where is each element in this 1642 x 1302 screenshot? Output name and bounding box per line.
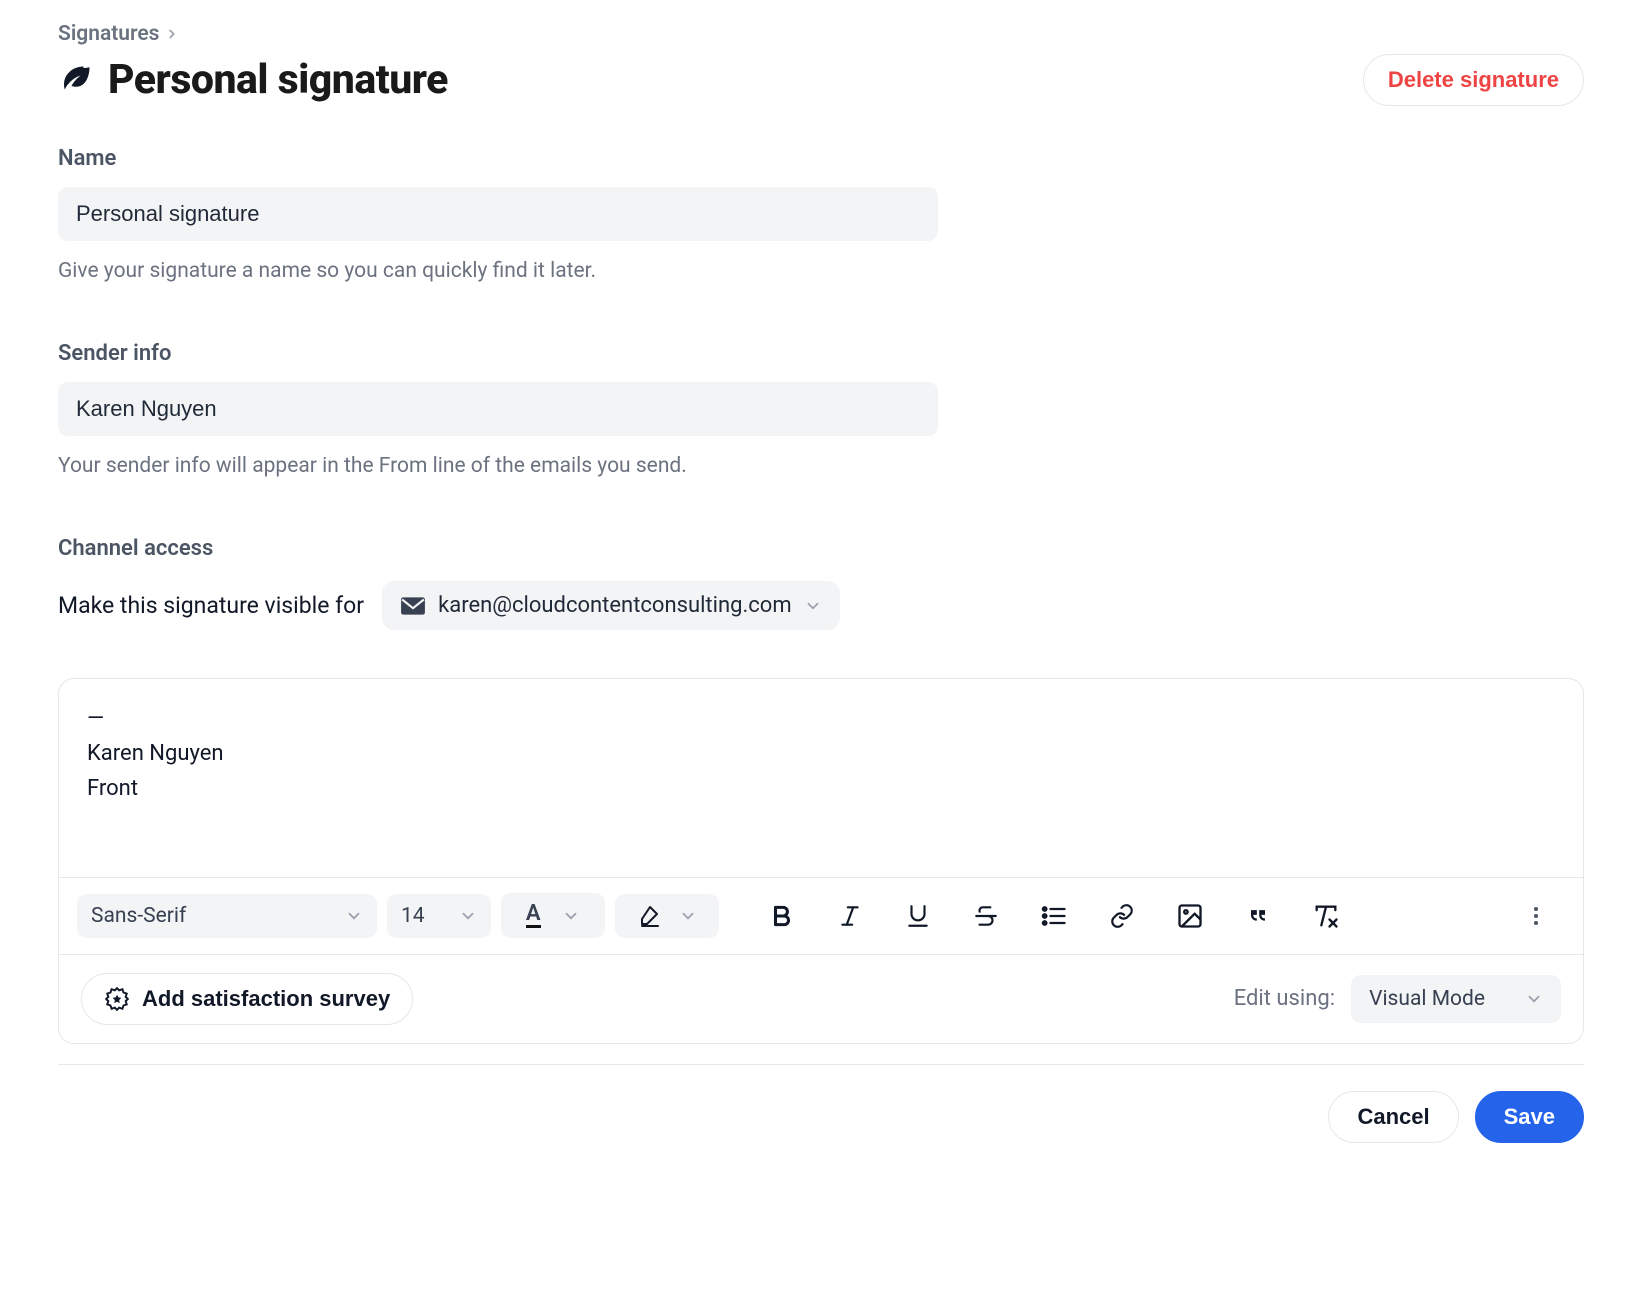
link-icon [1109, 903, 1135, 929]
underline-button[interactable] [889, 892, 947, 940]
text-color-icon: A [526, 903, 541, 928]
breadcrumb-parent[interactable]: Signatures [58, 22, 159, 46]
chevron-down-icon [1525, 990, 1543, 1008]
strikethrough-button[interactable] [957, 892, 1015, 940]
channel-prompt: Make this signature visible for [58, 592, 364, 619]
bullet-list-button[interactable] [1025, 892, 1083, 940]
font-size-value: 14 [401, 904, 425, 928]
page-title: Personal signature [108, 56, 448, 104]
add-satisfaction-survey-button[interactable]: Add satisfaction survey [81, 973, 413, 1025]
highlighter-icon [638, 904, 662, 928]
name-help-text: Give your signature a name so you can qu… [58, 259, 1584, 283]
chevron-down-icon [562, 907, 580, 925]
chevron-down-icon [804, 597, 822, 615]
image-icon [1176, 902, 1204, 930]
chevron-down-icon [345, 907, 363, 925]
link-button[interactable] [1093, 892, 1151, 940]
strikethrough-icon [973, 903, 999, 929]
italic-button[interactable] [821, 892, 879, 940]
list-icon [1040, 902, 1068, 930]
channel-selected-value: karen@cloudcontentconsulting.com [438, 593, 792, 618]
clear-formatting-button[interactable] [1297, 892, 1355, 940]
leaf-icon [58, 62, 94, 98]
blockquote-button[interactable] [1229, 892, 1287, 940]
breadcrumb: Signatures [58, 22, 1584, 46]
chevron-down-icon [459, 907, 477, 925]
badge-star-icon [104, 986, 130, 1012]
cancel-button[interactable]: Cancel [1328, 1091, 1458, 1143]
channel-access-label: Channel access [58, 536, 1584, 561]
edit-mode-label: Edit using: [1234, 986, 1335, 1011]
more-options-button[interactable] [1507, 892, 1565, 940]
kebab-icon [1524, 904, 1548, 928]
delete-signature-button[interactable]: Delete signature [1363, 54, 1584, 106]
editor-toolbar: Sans-Serif 14 A [59, 877, 1583, 954]
survey-button-label: Add satisfaction survey [142, 986, 390, 1012]
chevron-down-icon [679, 907, 697, 925]
envelope-icon [400, 596, 426, 616]
font-size-select[interactable]: 14 [387, 894, 491, 938]
text-color-select[interactable]: A [501, 893, 605, 938]
edit-mode-value: Visual Mode [1369, 987, 1485, 1011]
image-button[interactable] [1161, 892, 1219, 940]
editor-line: Front [87, 771, 1555, 806]
name-input[interactable] [58, 187, 938, 241]
chevron-right-icon [165, 27, 179, 41]
highlight-color-select[interactable] [615, 894, 719, 938]
font-family-value: Sans-Serif [91, 904, 186, 928]
edit-mode-select[interactable]: Visual Mode [1351, 975, 1561, 1023]
quote-icon [1244, 902, 1272, 930]
name-label: Name [58, 146, 1584, 171]
editor-content-area[interactable]: — Karen Nguyen Front [59, 679, 1583, 877]
underline-icon [905, 903, 931, 929]
channel-select[interactable]: karen@cloudcontentconsulting.com [382, 581, 840, 630]
signature-editor: — Karen Nguyen Front Sans-Serif 14 A [58, 678, 1584, 1044]
sender-info-label: Sender info [58, 341, 1584, 366]
divider [58, 1064, 1584, 1065]
editor-line: Karen Nguyen [87, 736, 1555, 771]
editor-line: — [87, 701, 1555, 736]
bold-button[interactable] [753, 892, 811, 940]
italic-icon [837, 903, 863, 929]
font-family-select[interactable]: Sans-Serif [77, 894, 377, 938]
clear-format-icon [1312, 902, 1340, 930]
sender-info-input[interactable] [58, 382, 938, 436]
bold-icon [769, 903, 795, 929]
save-button[interactable]: Save [1475, 1091, 1584, 1143]
sender-info-help-text: Your sender info will appear in the From… [58, 454, 1584, 478]
